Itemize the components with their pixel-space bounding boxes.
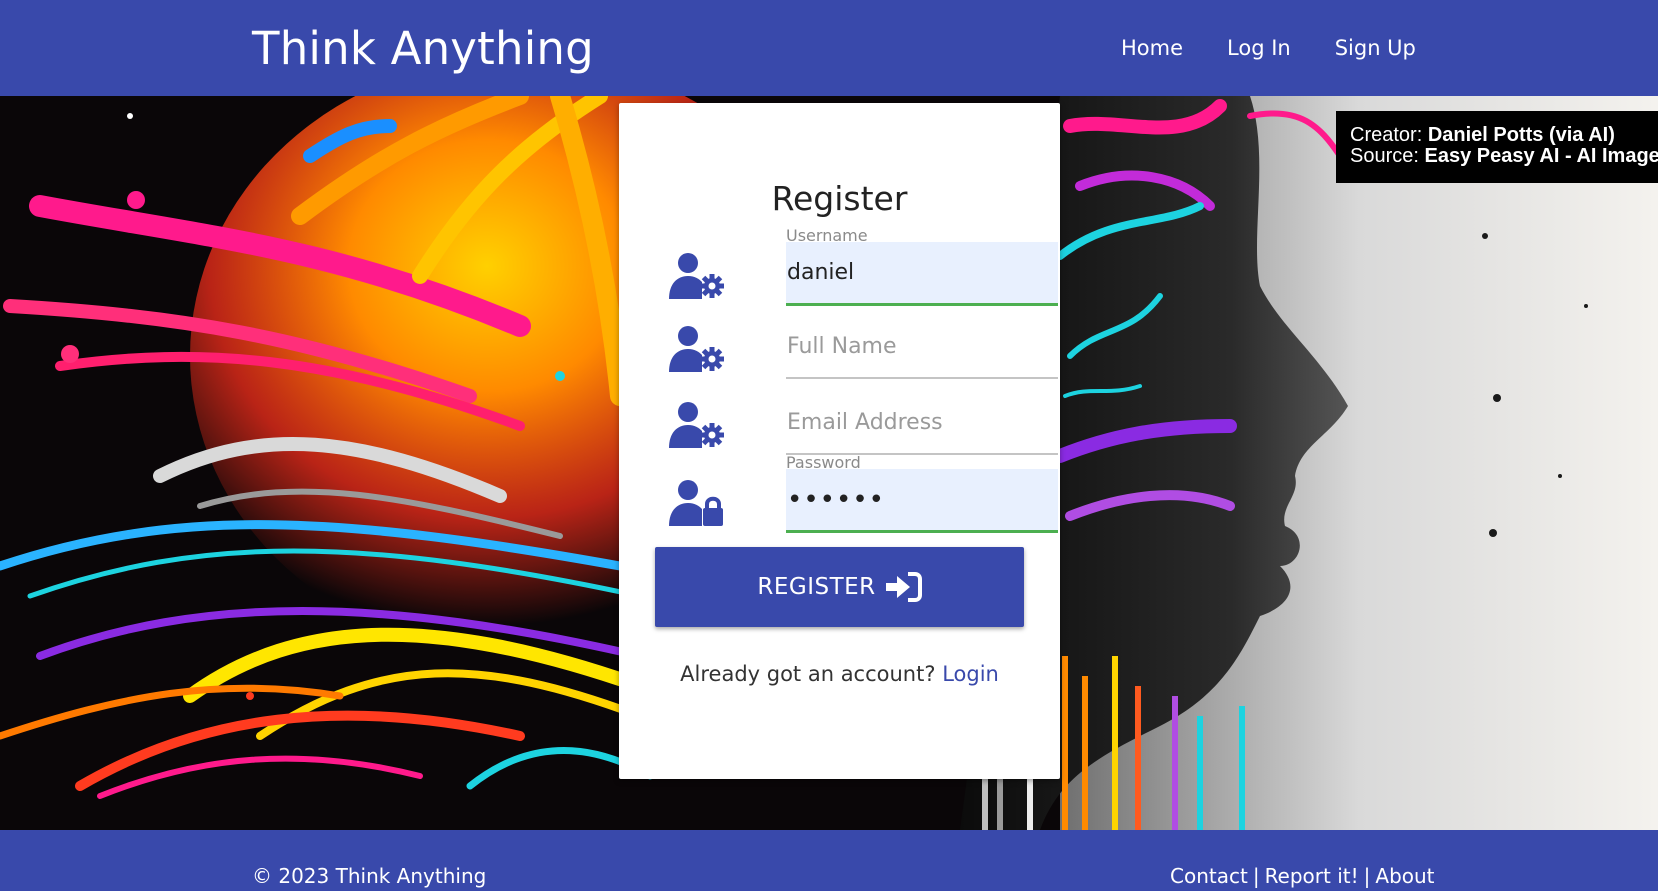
register-title: Register: [771, 179, 908, 218]
fullname-field-group: [669, 315, 1058, 387]
register-card: Register Username daniel Full Name Email…: [619, 103, 1060, 779]
login-link[interactable]: Login: [942, 662, 999, 686]
password-input[interactable]: [786, 469, 1058, 533]
login-prompt-text: Already got an account?: [680, 662, 936, 686]
footer: © 2023 Think Anything Contact | Report it!…: [0, 830, 1658, 891]
user-gear-icon: [669, 253, 724, 299]
username-input[interactable]: [786, 242, 1058, 306]
sign-in-icon: [885, 572, 922, 602]
footer-separator: |: [1252, 864, 1260, 888]
top-navbar: Think Anything Home Log In Sign Up: [0, 0, 1658, 96]
main-nav: Home Log In Sign Up: [1121, 36, 1460, 60]
login-prompt: Already got an account? Login: [619, 662, 1060, 686]
nav-home-link[interactable]: Home: [1121, 36, 1183, 60]
nav-login-link[interactable]: Log In: [1227, 36, 1291, 60]
register-button[interactable]: REGISTER: [655, 547, 1024, 627]
source-value[interactable]: Easy Peasy AI - AI Image: [1425, 145, 1658, 167]
footer-contact-link[interactable]: Contact: [1170, 864, 1248, 888]
image-credit-box: Creator: Daniel Potts (via AI) Source: E…: [1336, 111, 1658, 183]
register-button-label: REGISTER: [757, 574, 876, 600]
footer-report-link[interactable]: Report it!: [1265, 864, 1359, 888]
footer-separator: |: [1363, 864, 1371, 888]
user-gear-icon: [669, 402, 724, 448]
source-label: Source:: [1350, 145, 1419, 167]
user-lock-icon: [669, 480, 723, 526]
user-gear-icon: [669, 326, 724, 372]
fullname-input[interactable]: [786, 315, 1058, 379]
creator-label: Creator:: [1350, 124, 1423, 146]
brand-logo-text[interactable]: Think Anything: [252, 22, 594, 75]
nav-signup-link[interactable]: Sign Up: [1335, 36, 1416, 60]
creator-value: Daniel Potts (via AI): [1427, 124, 1615, 146]
footer-links: Contact | Report it! | About: [1170, 864, 1435, 888]
copyright-text: © 2023 Think Anything: [252, 864, 487, 888]
password-field-group: Password: [669, 453, 1058, 541]
username-field-group: Username: [669, 226, 1058, 314]
footer-about-link[interactable]: About: [1375, 864, 1434, 888]
email-input[interactable]: [786, 391, 1058, 455]
